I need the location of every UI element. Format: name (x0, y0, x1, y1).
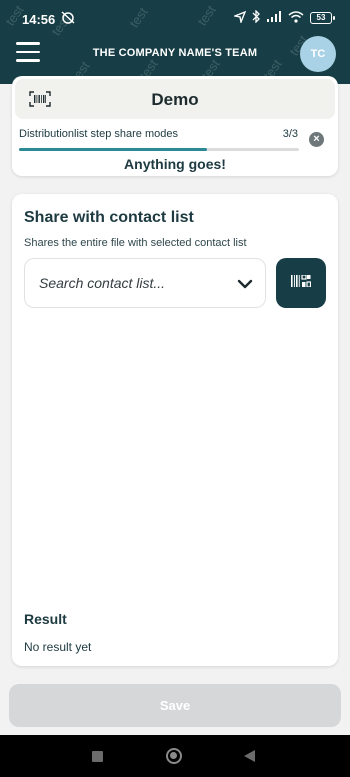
share-card: Share with contact list Shares the entir… (12, 194, 338, 666)
step-progress-bar (19, 148, 299, 151)
search-placeholder: Search contact list... (39, 275, 166, 291)
system-nav-bar (0, 735, 350, 777)
chevron-down-icon[interactable] (237, 277, 253, 295)
barcode-icon (291, 274, 312, 292)
location-icon (232, 10, 247, 26)
team-title: THE COMPANY NAME'S TEAM (92, 47, 258, 59)
nav-home-icon[interactable] (166, 748, 182, 764)
app-header: test test test test test test test test … (0, 0, 350, 84)
share-title: Share with contact list (24, 209, 194, 226)
battery-indicator: 53 (310, 12, 335, 24)
step-progress-fill (19, 148, 207, 151)
status-time: 14:56 (22, 12, 56, 27)
result-title: Result (24, 611, 67, 627)
alarm-off-icon (60, 10, 76, 27)
result-value: No result yet (24, 640, 92, 654)
status-bar: 14:56 53 (0, 0, 350, 34)
step-label: Distributionlist step share modes (19, 128, 178, 140)
wifi-icon (288, 10, 304, 26)
demo-title: Demo (151, 90, 199, 109)
close-circle-icon[interactable]: × (309, 132, 324, 147)
scan-barcode-button[interactable] (276, 258, 326, 308)
share-subtitle: Shares the entire file with selected con… (24, 237, 247, 249)
bluetooth-icon (252, 9, 260, 26)
demo-card: Demo Distributionlist step share modes 3… (12, 76, 338, 176)
step-message: Anything goes! (124, 156, 226, 172)
status-icons: 53 (232, 9, 335, 26)
demo-header: Demo (15, 79, 335, 119)
signal-icon (266, 10, 282, 26)
save-button[interactable]: Save (9, 684, 341, 727)
avatar[interactable]: TC (300, 36, 336, 72)
contact-list-select[interactable]: Search contact list... (24, 258, 266, 308)
nav-back-icon[interactable] (244, 750, 255, 762)
nav-recents-icon[interactable] (92, 751, 103, 762)
step-count: 3/3 (282, 128, 298, 140)
